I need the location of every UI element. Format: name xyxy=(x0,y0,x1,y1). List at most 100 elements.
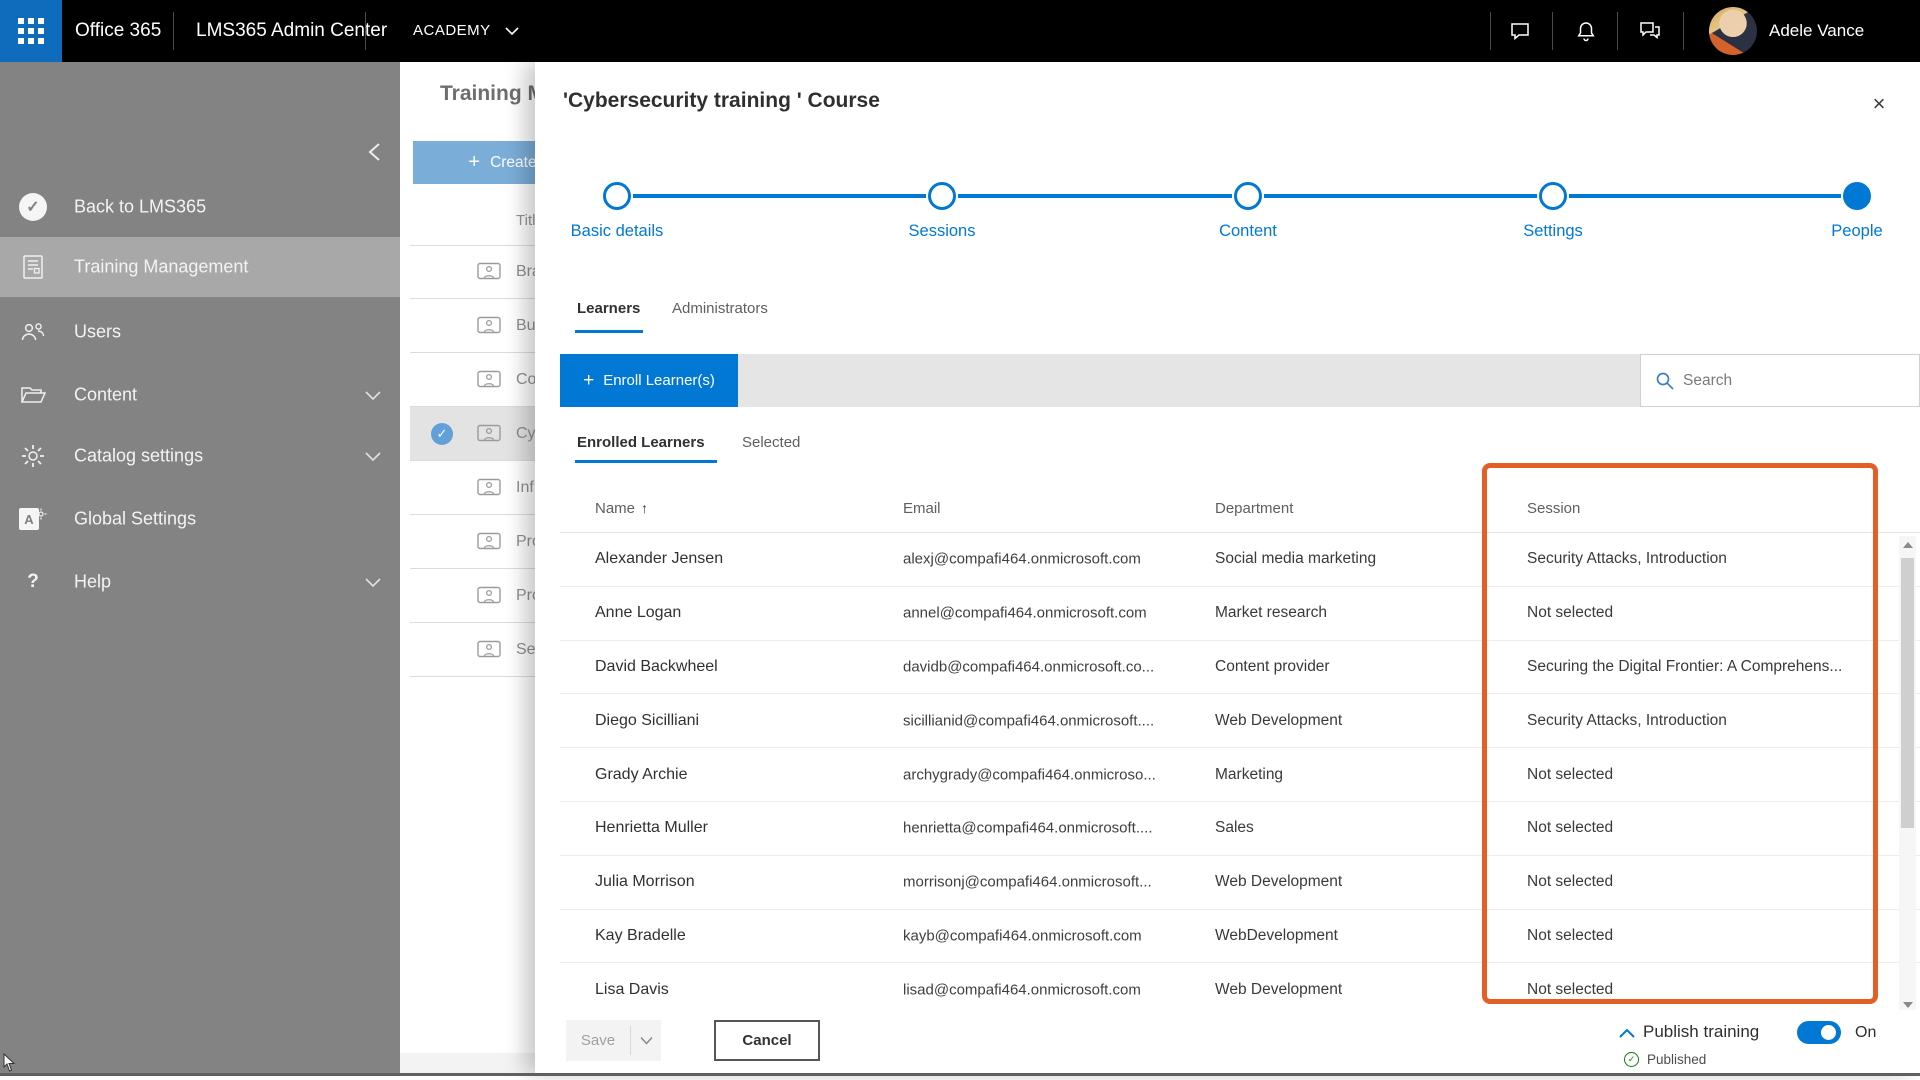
cancel-button[interactable]: Cancel xyxy=(714,1020,820,1061)
sidebar-item-global-settings[interactable]: A Global Settings xyxy=(0,489,400,549)
vertical-scrollbar[interactable] xyxy=(1899,536,1916,1014)
sidebar-item-label: Back to LMS365 xyxy=(74,196,207,217)
cell-session: Securing the Digital Frontier: A Compreh… xyxy=(1527,657,1843,675)
step-circle-basic-details[interactable] xyxy=(603,182,631,210)
sidebar-item-back-to-lms365[interactable]: ✓ Back to LMS365 xyxy=(0,177,400,237)
column-header-department[interactable]: Department xyxy=(1215,500,1293,517)
waffle-icon xyxy=(18,18,44,44)
collapse-sidebar-icon[interactable] xyxy=(362,138,390,166)
cell-session: Security Attacks, Introduction xyxy=(1527,550,1727,568)
cell-name: Julia Morrison xyxy=(595,873,695,891)
cell-session: Not selected xyxy=(1527,819,1614,837)
cell-session: Not selected xyxy=(1527,604,1614,622)
table-row[interactable]: Grady Archie archygrady@compafi464.onmic… xyxy=(560,748,1920,802)
cell-department: Market research xyxy=(1215,604,1327,622)
scroll-up-arrow[interactable] xyxy=(1903,542,1913,548)
cell-session: Security Attacks, Introduction xyxy=(1527,711,1727,729)
cell-department: WebDevelopment xyxy=(1215,926,1338,944)
enroll-learners-button[interactable]: + Enroll Learner(s) xyxy=(560,354,738,407)
table-row[interactable]: Henrietta Muller henrietta@compafi464.on… xyxy=(560,802,1920,856)
column-header-name[interactable]: Name ↑ xyxy=(595,500,648,517)
table-row[interactable]: David Backwheel davidb@compafi464.onmicr… xyxy=(560,641,1920,695)
chat-icon[interactable] xyxy=(1508,19,1532,43)
subtab-selected[interactable]: Selected xyxy=(742,434,800,451)
toolbar-background xyxy=(738,354,1640,407)
chevron-up-icon[interactable] xyxy=(1618,1028,1636,1039)
app-title[interactable]: LMS365 Admin Center xyxy=(196,0,387,62)
column-header-session[interactable]: Session xyxy=(1527,500,1580,517)
sidebar-item-catalog-settings[interactable]: Catalog settings xyxy=(0,426,400,486)
training-title: Bu xyxy=(516,316,536,334)
cancel-label: Cancel xyxy=(742,1032,792,1049)
user-avatar[interactable] xyxy=(1709,7,1757,55)
step-circle-people[interactable] xyxy=(1843,182,1871,210)
top-bar: Office 365 LMS365 Admin Center ACADEMY A… xyxy=(0,0,1920,62)
cell-department: Web Development xyxy=(1215,980,1343,998)
cell-name: Henrietta Muller xyxy=(595,819,708,837)
horizontal-scrollbar[interactable] xyxy=(400,1053,535,1073)
training-type-icon xyxy=(477,262,501,280)
cell-name: Kay Bradelle xyxy=(595,926,686,944)
search-icon xyxy=(1656,372,1674,390)
training-type-icon xyxy=(477,424,501,441)
table-row[interactable]: Lisa Davis lisad@compafi464.onmicrosoft.… xyxy=(560,963,1920,1014)
notifications-bell-icon[interactable] xyxy=(1574,19,1598,43)
cell-email: henrietta@compafi464.onmicrosoft.... xyxy=(903,819,1153,837)
question-mark-icon: ? xyxy=(27,571,39,592)
brand-office365[interactable]: Office 365 xyxy=(75,0,161,62)
active-tab-underline xyxy=(575,330,643,333)
table-row[interactable]: Alexander Jensen alexj@compafi464.onmicr… xyxy=(560,533,1920,587)
topbar-divider xyxy=(173,12,174,50)
tenant-selector[interactable]: ACADEMY xyxy=(413,0,491,62)
step-label-settings[interactable]: Settings xyxy=(1453,222,1653,241)
app-launcher-button[interactable] xyxy=(0,0,62,62)
tab-administrators[interactable]: Administrators xyxy=(672,300,768,317)
stepper-connector xyxy=(958,194,1232,198)
topbar-divider xyxy=(1490,12,1491,50)
scroll-down-arrow[interactable] xyxy=(1903,1002,1913,1008)
cell-department: Content provider xyxy=(1215,657,1330,675)
step-circle-settings[interactable] xyxy=(1539,182,1567,210)
table-row[interactable]: Kay Bradelle kayb@compafi464.onmicrosoft… xyxy=(560,910,1920,964)
cell-email: lisad@compafi464.onmicrosoft.com xyxy=(903,981,1141,999)
publish-toggle[interactable] xyxy=(1797,1021,1841,1044)
sidebar-item-label: Global Settings xyxy=(74,508,197,529)
table-row[interactable]: Diego Sicilliani sicillianid@compafi464.… xyxy=(560,694,1920,749)
cell-department: Web Development xyxy=(1215,711,1343,729)
scrollbar-thumb[interactable] xyxy=(1901,558,1914,828)
sidebar-item-help[interactable]: ? Help xyxy=(0,552,400,612)
step-circle-content[interactable] xyxy=(1234,182,1262,210)
admin-a-gear-icon: A xyxy=(18,504,48,534)
training-title: Inf xyxy=(516,478,534,496)
table-row[interactable]: Anne Logan annel@compafi464.onmicrosoft.… xyxy=(560,587,1920,641)
sidebar-nav: ✓ Back to LMS365 Training Management Use… xyxy=(0,62,400,1073)
user-name[interactable]: Adele Vance xyxy=(1769,0,1864,62)
column-header-email[interactable]: Email xyxy=(903,500,941,517)
step-circle-sessions[interactable] xyxy=(928,182,956,210)
feedback-bubbles-icon[interactable] xyxy=(1638,19,1662,43)
lms365-logo-icon: ✓ xyxy=(18,192,48,222)
subtab-enrolled-learners[interactable]: Enrolled Learners xyxy=(577,434,705,451)
chevron-down-icon[interactable] xyxy=(505,26,519,36)
sidebar-item-training-management[interactable]: Training Management xyxy=(0,237,400,297)
stepper-connector xyxy=(1569,194,1841,198)
step-label-people[interactable]: People xyxy=(1757,222,1920,241)
sidebar-item-content[interactable]: Content xyxy=(0,365,400,425)
button-divider xyxy=(630,1026,631,1055)
search-box xyxy=(1640,354,1920,407)
training-type-icon xyxy=(477,532,501,549)
training-title: Co xyxy=(516,370,537,388)
save-options-chevron[interactable] xyxy=(632,1020,661,1061)
step-label-basic-details[interactable]: Basic details xyxy=(517,222,717,241)
cell-email: davidb@compafi464.onmicrosoft.co... xyxy=(903,658,1155,676)
training-title: Se xyxy=(516,640,536,658)
save-button[interactable]: Save xyxy=(566,1020,661,1061)
step-label-content[interactable]: Content xyxy=(1148,222,1348,241)
table-row[interactable]: Julia Morrison morrisonj@compafi464.onmi… xyxy=(560,856,1920,910)
search-input[interactable] xyxy=(1683,355,1913,406)
sidebar-item-users[interactable]: Users xyxy=(0,302,400,362)
cell-session: Not selected xyxy=(1527,765,1614,783)
step-label-sessions[interactable]: Sessions xyxy=(842,222,1042,241)
tab-learners[interactable]: Learners xyxy=(577,300,640,317)
close-icon[interactable]: × xyxy=(1865,90,1893,118)
